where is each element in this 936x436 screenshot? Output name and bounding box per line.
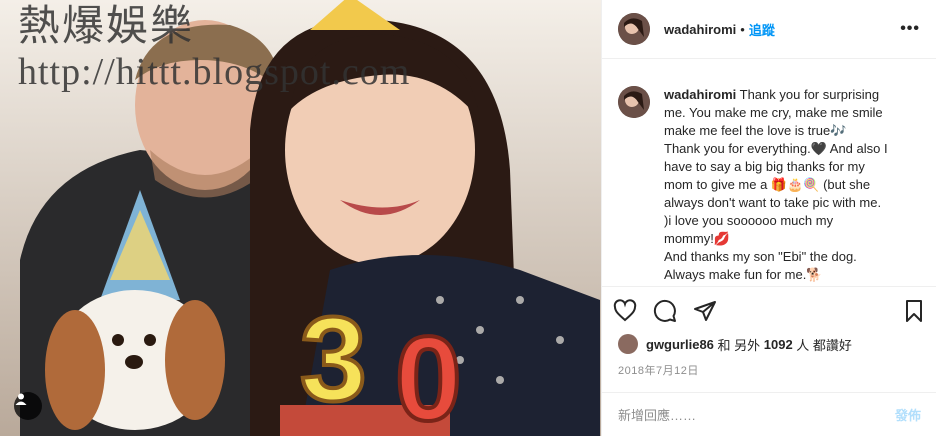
likes-count[interactable]: 1092 xyxy=(764,337,793,352)
caption-line: always don't want to take pic with me. xyxy=(664,195,882,210)
caption-line: have to say a big big thanks for my xyxy=(664,159,865,174)
post-date[interactable]: 2018年7月12日 xyxy=(618,362,699,378)
comment-input[interactable]: 新增回應…… xyxy=(618,405,696,424)
caption-line: me. You make me cry, make me smile xyxy=(664,105,883,120)
caption-area: wadahiromi Thank you for surprising me. … xyxy=(602,86,936,286)
post-header: wadahiromi • 追蹤 ••• xyxy=(602,0,936,59)
caption-line: Thank you for surprising xyxy=(739,87,880,102)
likes-summary: gwgurlie86 和 另外 1092 人 都讚好 xyxy=(618,334,852,354)
header-separator: • xyxy=(740,21,745,37)
share-button[interactable] xyxy=(692,298,718,324)
comment-bubble-icon xyxy=(653,299,676,322)
post-photo[interactable]: 3 0 熱爆娛樂 http://hittt.blogspot.com xyxy=(0,0,601,436)
paper-plane-icon xyxy=(694,300,716,321)
caption-line: mommy!💋 xyxy=(664,231,731,246)
caption-line: Thank you for everything.🖤 And also I xyxy=(664,141,888,156)
liker-username[interactable]: gwgurlie86 xyxy=(646,337,714,352)
save-button[interactable] xyxy=(901,298,927,324)
liker-avatar[interactable] xyxy=(618,334,638,354)
caption-line: make me feel the love is true🎶 xyxy=(664,123,847,138)
heart-icon xyxy=(613,298,637,321)
caption-text: wadahiromi Thank you for surprising me. … xyxy=(664,86,914,284)
caption-line: )i love you soooooo much my xyxy=(664,213,834,228)
caption-line: Always make fun for me.🐕 xyxy=(664,267,823,282)
caption-line: mom to give me a 🎁🎂🍭 (but she xyxy=(664,177,871,192)
caption-username[interactable]: wadahiromi xyxy=(664,87,736,102)
caption-line: And thanks my son "Ebi" the dog. xyxy=(664,249,857,264)
likes-suffix: 人 都讚好 xyxy=(792,337,852,353)
candle-zero: 0 xyxy=(395,312,462,436)
avatar[interactable] xyxy=(618,13,650,45)
comment-button[interactable] xyxy=(652,298,678,324)
likes-mid-text: 和 另外 xyxy=(713,337,764,353)
post-comment-button[interactable]: 發佈 xyxy=(895,405,921,424)
user-tag-icon xyxy=(15,393,27,405)
header-username[interactable]: wadahiromi xyxy=(664,22,736,37)
candle-three: 3 xyxy=(300,292,367,426)
like-button[interactable] xyxy=(612,298,638,324)
user-tag-button[interactable] xyxy=(14,392,42,420)
action-bar xyxy=(602,286,936,334)
post-sidebar: wadahiromi • 追蹤 ••• wadahiromi Thank you… xyxy=(601,0,936,436)
follow-button[interactable]: 追蹤 xyxy=(749,20,775,39)
bookmark-icon xyxy=(906,299,922,322)
caption-avatar[interactable] xyxy=(618,86,650,118)
photo-illustration: 3 0 xyxy=(0,0,601,436)
more-options-button[interactable]: ••• xyxy=(900,20,920,38)
comment-box: 新增回應…… 發佈 xyxy=(602,392,936,436)
